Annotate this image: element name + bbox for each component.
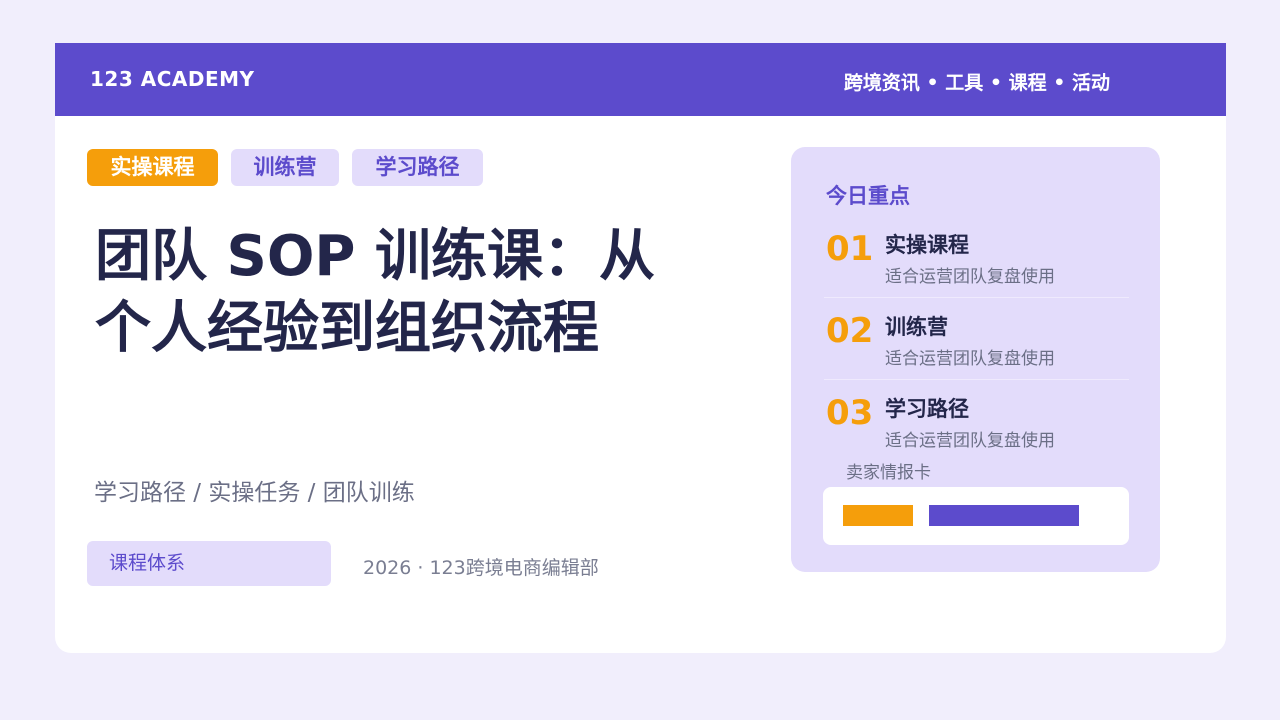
info-card [823,487,1129,545]
info-bar-orange [843,505,913,526]
item-title: 学习路径 [885,397,969,421]
divider [824,379,1129,380]
course-system-pill[interactable]: 课程体系 [87,541,331,586]
slide-card: 123 ACADEMY 跨境资讯 • 工具 • 课程 • 活动 实操课程 训练营… [55,43,1226,653]
highlight-item: 01 实操课程 适合运营团队复盘使用 [824,229,1129,311]
title-line-2: 个人经验到组织流程 [95,296,599,361]
highlight-item: 02 训练营 适合运营团队复盘使用 [824,311,1129,393]
item-description: 适合运营团队复盘使用 [885,349,1055,369]
item-number: 02 [826,311,874,351]
title-line-1: 团队 SOP 训练课：从 [95,224,655,289]
page-subtitle: 学习路径 / 实操任务 / 团队训练 [94,480,415,506]
header-nav[interactable]: 跨境资讯 • 工具 • 课程 • 活动 [844,68,1110,95]
item-title: 实操课程 [885,233,969,257]
divider [824,297,1129,298]
item-title: 训练营 [885,315,948,339]
item-description: 适合运营团队复盘使用 [885,267,1055,287]
info-bar-purple [929,505,1079,526]
page-title: 团队 SOP 训练课：从 个人经验到组织流程 [95,221,715,365]
editorial-credit: 2026 · 123跨境电商编辑部 [363,557,599,579]
tag-learning-path[interactable]: 学习路径 [352,149,483,186]
panel-title: 今日重点 [826,184,910,208]
highlights-panel: 今日重点 01 实操课程 适合运营团队复盘使用 02 训练营 适合运营团队复盘使… [791,147,1160,572]
item-number: 03 [826,393,874,433]
item-number: 01 [826,229,874,269]
tag-training-camp[interactable]: 训练营 [231,149,339,186]
tag-practical-course[interactable]: 实操课程 [87,149,218,186]
item-description: 适合运营团队复盘使用 [885,431,1055,451]
header-bar: 123 ACADEMY 跨境资讯 • 工具 • 课程 • 活动 [55,43,1226,116]
brand-name[interactable]: 123 ACADEMY [90,67,255,91]
info-card-label: 卖家情报卡 [846,463,931,483]
